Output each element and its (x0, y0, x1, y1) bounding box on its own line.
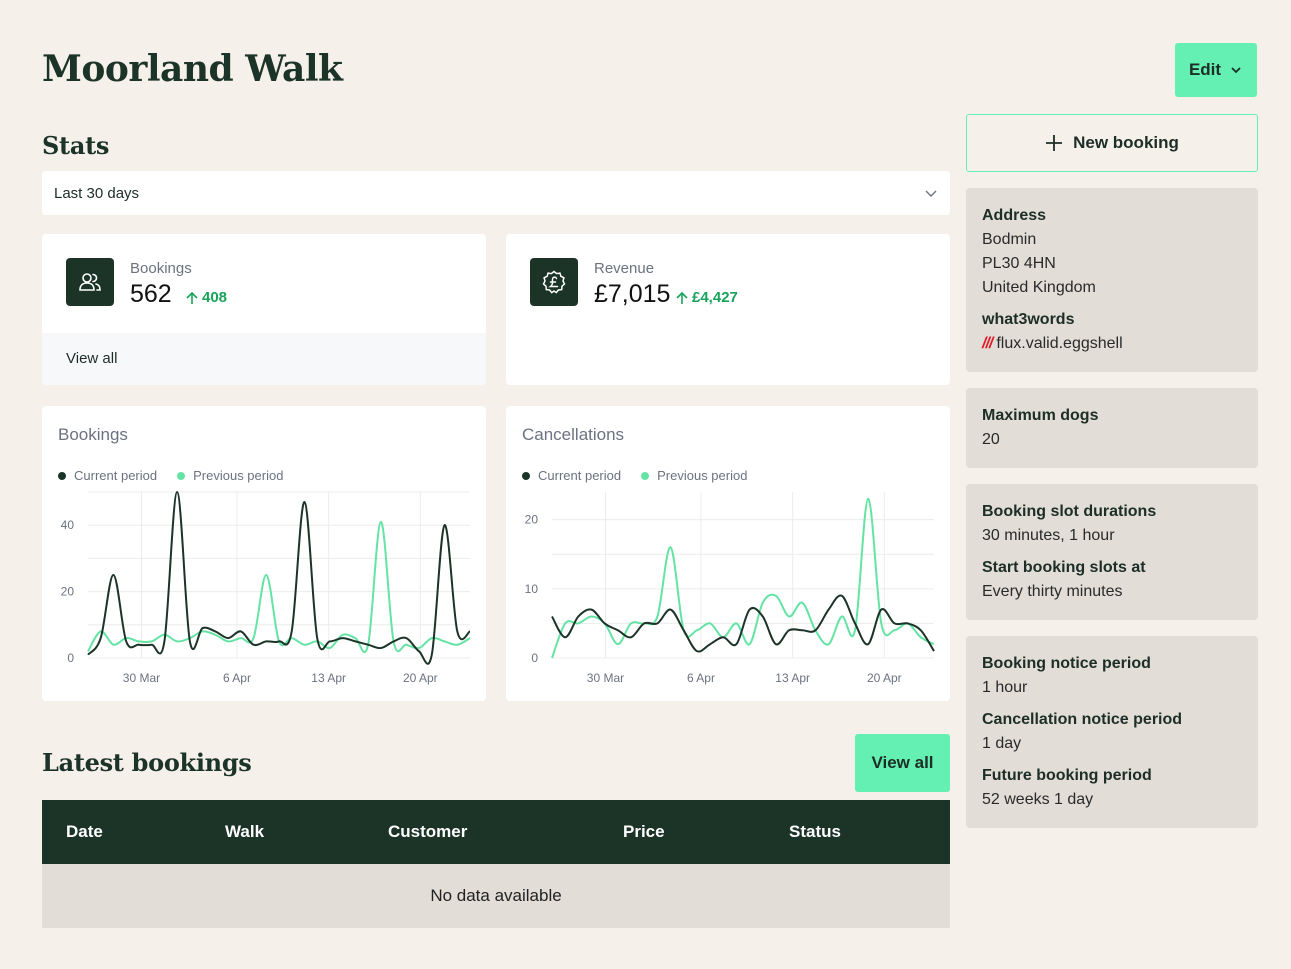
what3words-label: what3words (982, 311, 1075, 328)
column-header-date[interactable]: Date (66, 822, 103, 842)
y-tick-label: 0 (67, 651, 74, 665)
legend-label-current: Current period (538, 468, 622, 483)
view-all-bookings-button[interactable]: View all (855, 734, 950, 792)
bookings-stat-delta-value: 408 (202, 289, 228, 306)
x-tick-label: 13 Apr (775, 671, 810, 685)
revenue-stat-label: Revenue (594, 260, 655, 277)
booking-slots-panel: Booking slot durations 30 minutes, 1 hou… (966, 484, 1258, 620)
legend-item-current: Current period (522, 468, 621, 483)
notice-period-label: Booking notice period (982, 655, 1151, 672)
arrow-up-icon (676, 291, 688, 304)
bookings-stat-delta: 408 (184, 289, 227, 306)
cancellation-period-value: 1 day (982, 735, 1022, 752)
revenue-stat-delta: £4,427 (674, 289, 738, 306)
y-tick-label: 0 (531, 651, 538, 665)
address-line-2: PL30 4HN (982, 255, 1056, 272)
cancellations-chart-title: Cancellations (522, 425, 625, 444)
column-header-status[interactable]: Status (789, 822, 841, 842)
column-header-customer[interactable]: Customer (388, 822, 467, 842)
address-line-1: Bodmin (982, 231, 1037, 248)
column-header-walk[interactable]: Walk (225, 822, 264, 842)
period-select[interactable]: Last 30 days (42, 171, 950, 215)
y-tick-label: 10 (525, 582, 539, 596)
address-label: Address (982, 207, 1047, 224)
bookings-stat-value: 562 (130, 280, 172, 308)
future-period-label: Future booking period (982, 767, 1152, 784)
what3words-address[interactable]: flux.valid.eggshell (996, 335, 1122, 352)
x-tick-label: 6 Apr (687, 671, 715, 685)
y-tick-label: 20 (525, 513, 539, 527)
bookings-view-all-link[interactable]: View all (42, 333, 486, 385)
latest-bookings-heading: Latest bookings (42, 748, 252, 777)
max-dogs-value: 20 (982, 431, 1000, 448)
bookings-line-chart: 30 Mar 6 Apr 13 Apr 20 Apr 0 20 40 (61, 490, 471, 685)
revenue-stat-card: Revenue £7,015 £4,427 (506, 234, 950, 385)
bookings-table-header: Date Walk Customer Price Status (42, 800, 950, 864)
period-select-value: Last 30 days (54, 184, 140, 202)
bookings-chart-legend: Current period Previous period (58, 468, 283, 483)
legend-dot-current (522, 471, 530, 480)
legend-item-current: Current period (58, 468, 157, 483)
legend-dot-current (58, 471, 66, 480)
chevron-down-icon (1231, 67, 1241, 74)
cancellations-line-chart: 30 Mar 6 Apr 13 Apr 20 Apr 0 10 20 (525, 492, 935, 685)
max-dogs-label: Maximum dogs (982, 407, 1099, 424)
slot-durations-label: Booking slot durations (982, 503, 1157, 520)
x-tick-label: 20 Apr (403, 671, 438, 685)
legend-item-previous: Previous period (641, 468, 747, 483)
notice-period-value: 1 hour (982, 679, 1028, 696)
y-tick-label: 40 (61, 518, 75, 532)
legend-item-previous: Previous period (177, 468, 283, 483)
table-empty-state: No data available (42, 864, 950, 928)
chevron-down-icon (925, 190, 937, 197)
legend-dot-previous (177, 471, 186, 480)
users-icon (66, 258, 114, 306)
what3words-value-row: ///flux.valid.eggshell (982, 332, 1242, 356)
plus-icon (1046, 135, 1063, 151)
slot-durations-value: 30 minutes, 1 hour (982, 527, 1115, 544)
legend-label-previous: Previous period (193, 468, 284, 483)
legend-dot-previous (641, 471, 650, 480)
bookings-stat-card: Bookings 562 408 View all (42, 234, 486, 385)
x-tick-label: 20 Apr (867, 671, 902, 685)
booking-periods-panel: Booking notice period 1 hour Cancellatio… (966, 636, 1258, 828)
cancellation-period-label: Cancellation notice period (982, 711, 1183, 728)
revenue-stat-value: £7,015 (594, 280, 671, 308)
column-header-price[interactable]: Price (623, 822, 665, 842)
revenue-stat-delta-value: £4,427 (692, 289, 738, 306)
bookings-chart-title: Bookings (58, 425, 128, 444)
x-tick-label: 6 Apr (223, 671, 251, 685)
cancellations-chart-card: Cancellations Current period Previous pe… (506, 406, 950, 701)
y-tick-label: 20 (61, 585, 75, 599)
new-booking-label: New booking (1073, 133, 1179, 152)
x-tick-label: 30 Mar (123, 671, 160, 685)
x-tick-label: 30 Mar (587, 671, 624, 685)
future-period-value: 52 weeks 1 day (982, 791, 1094, 808)
legend-label-previous: Previous period (657, 468, 748, 483)
what3words-slashes: /// (982, 335, 993, 352)
page-title: Moorland Walk (42, 48, 343, 90)
cancellations-chart-legend: Current period Previous period (522, 468, 747, 483)
arrow-up-icon (186, 291, 198, 304)
x-tick-label: 13 Apr (311, 671, 346, 685)
address-panel: Address Bodmin PL30 4HN United Kingdom w… (966, 188, 1258, 372)
pound-badge-icon (530, 258, 578, 306)
slot-start-value: Every thirty minutes (982, 583, 1123, 600)
max-dogs-panel: Maximum dogs 20 (966, 388, 1258, 468)
bookings-stat-label: Bookings (130, 260, 192, 277)
series-line (551, 497, 935, 659)
slot-start-label: Start booking slots at (982, 559, 1146, 576)
edit-button[interactable]: Edit (1175, 43, 1257, 97)
edit-button-label: Edit (1188, 60, 1222, 79)
address-line-3: United Kingdom (982, 279, 1096, 296)
new-booking-button[interactable]: New booking (966, 114, 1258, 172)
stats-heading: Stats (42, 131, 110, 160)
legend-label-current: Current period (74, 468, 158, 483)
bookings-chart-card: Bookings Current period Previous period … (42, 406, 486, 701)
series-line (87, 520, 471, 654)
